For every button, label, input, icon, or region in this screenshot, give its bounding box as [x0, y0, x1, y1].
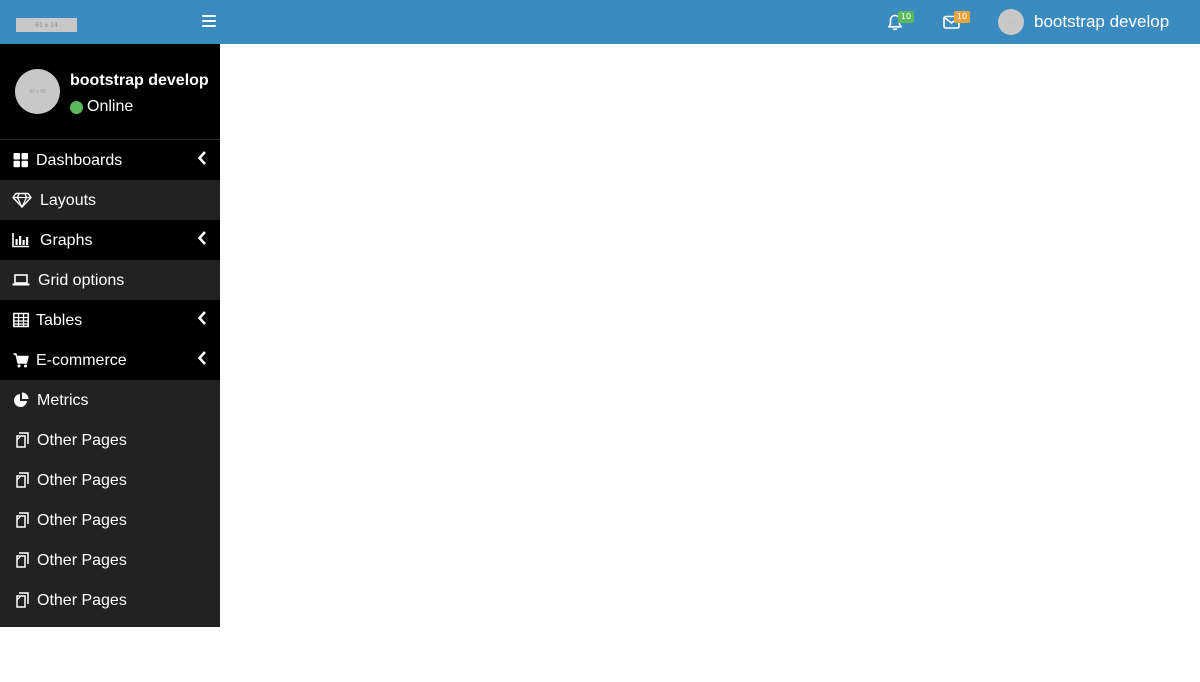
sidebar-item-label: Other Pages [37, 592, 127, 609]
files-icon [16, 472, 29, 488]
sidebar-item-dashboards[interactable]: Dashboards [0, 140, 220, 180]
status-label: Online [87, 98, 134, 115]
diamond-icon [12, 192, 32, 208]
sidebar-item-label: Other Pages [37, 472, 127, 489]
main-content [220, 44, 1200, 682]
sidebar-item-grid-options[interactable]: Grid options [0, 260, 220, 300]
sidebar-profile: 90 x 90 bootstrap develop Online [0, 44, 220, 140]
sidebar-item-other-pages[interactable]: Other Pages [0, 500, 220, 540]
user-name: bootstrap develop [1034, 12, 1170, 31]
status-dot-icon [70, 100, 83, 114]
avatar-text: 90 x 90 [29, 88, 46, 95]
sidebar-menu: Dashboards Layouts Graphs Grid options T… [0, 140, 220, 620]
sidebar-item-label: Dashboards [36, 152, 123, 169]
sidebar-item-label: Graphs [40, 232, 93, 249]
cart-icon [13, 353, 29, 368]
sidebar-item-e-commerce[interactable]: E-commerce [0, 340, 220, 380]
sidebar: 90 x 90 bootstrap develop Online Dashboa… [0, 44, 220, 627]
chevron-left-icon [197, 151, 206, 165]
sidebar-item-label: Other Pages [37, 512, 127, 529]
files-icon [16, 592, 29, 608]
chevron-left-icon [197, 311, 206, 325]
sidebar-item-other-pages[interactable]: Other Pages [0, 460, 220, 500]
sidebar-item-graphs[interactable]: Graphs [0, 220, 220, 260]
sidebar-item-layouts[interactable]: Layouts [0, 180, 220, 220]
pie-chart-icon [14, 392, 29, 407]
sidebar-item-other-pages[interactable]: Other Pages [0, 580, 220, 620]
notifications-button[interactable]: 10 [884, 11, 914, 33]
notifications-count-badge: 10 [898, 11, 914, 23]
sidebar-toggle-button[interactable] [202, 15, 218, 29]
files-icon [16, 512, 29, 528]
chevron-left-icon [197, 231, 206, 245]
sidebar-item-other-pages[interactable]: Other Pages [0, 420, 220, 460]
hamburger-icon [202, 15, 216, 17]
logo-text: 61 x 14 [35, 21, 58, 29]
profile-status: Online [70, 98, 133, 116]
messages-button[interactable]: 10 [940, 11, 970, 33]
table-icon [13, 312, 29, 328]
sidebar-item-label: Grid options [38, 272, 125, 289]
sidebar-item-label: Other Pages [37, 432, 127, 449]
sidebar-item-label: Layouts [40, 192, 97, 209]
sidebar-item-label: Metrics [37, 392, 89, 409]
profile-name: bootstrap develop [70, 72, 209, 89]
user-menu[interactable]: ... bootstrap develop [998, 8, 1169, 36]
laptop-icon [12, 274, 30, 286]
files-icon [16, 432, 29, 448]
avatar: ... [998, 9, 1024, 35]
files-icon [16, 552, 29, 568]
avatar-text: ... [1008, 19, 1014, 25]
messages-count-badge: 10 [954, 11, 970, 23]
top-navbar: 61 x 14 10 10 ... bootstrap develop [0, 0, 1200, 44]
sidebar-item-label: Other Pages [37, 552, 127, 569]
hamburger-line [202, 20, 216, 22]
profile-avatar[interactable]: 90 x 90 [15, 69, 60, 114]
sidebar-item-label: E-commerce [36, 352, 127, 369]
sidebar-item-other-pages[interactable]: Other Pages [0, 540, 220, 580]
sidebar-item-label: Tables [36, 312, 83, 329]
bar-chart-icon [12, 233, 29, 248]
sidebar-item-tables[interactable]: Tables [0, 300, 220, 340]
logo[interactable]: 61 x 14 [16, 18, 77, 32]
sidebar-item-metrics[interactable]: Metrics [0, 380, 220, 420]
hamburger-line [202, 25, 216, 27]
chevron-left-icon [197, 351, 206, 365]
dashboard-icon [13, 153, 28, 168]
